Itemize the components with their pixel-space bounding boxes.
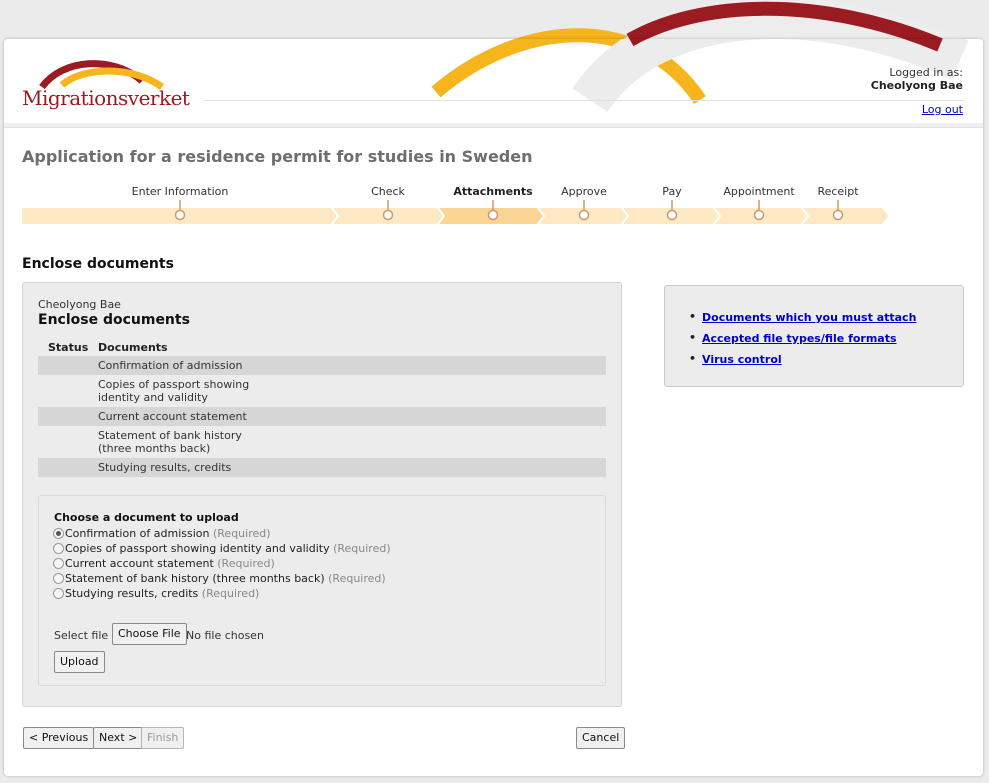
page-header: Migrationsverket Logged in as: Cheolyong… (4, 39, 983, 125)
row-status (38, 375, 98, 407)
upload-title: Choose a document to upload (54, 511, 239, 524)
radio-option-bank-history[interactable]: Statement of bank history (three months … (53, 571, 386, 586)
step-appointment: Appointment (723, 185, 795, 198)
required-note: (Required) (333, 542, 391, 555)
radio-label: Current account statement (65, 557, 214, 570)
link-virus-control[interactable]: Virus control (702, 353, 782, 366)
column-header-status: Status (48, 341, 89, 354)
list-item: Virus control (689, 352, 916, 366)
row-document-line1: Current account statement (98, 410, 247, 423)
radio-label: Copies of passport showing identity and … (65, 542, 330, 555)
required-note: (Required) (328, 572, 386, 585)
row-document: Studying results, credits (98, 458, 606, 477)
header-rule (204, 100, 964, 101)
table-row: Current account statement (38, 407, 606, 426)
row-document-line2: (three months back) (98, 442, 211, 455)
radio-label: Statement of bank history (three months … (65, 572, 325, 585)
required-note: (Required) (212, 527, 271, 540)
radio-button[interactable] (53, 543, 64, 554)
radio-button[interactable] (53, 573, 64, 584)
cancel-button[interactable]: Cancel (576, 727, 626, 749)
step-check: Check (371, 185, 405, 198)
step-pay: Pay (662, 185, 682, 198)
link-accepted-file-types[interactable]: Accepted file types/file formats (702, 332, 897, 345)
upload-button[interactable]: Upload (54, 651, 105, 673)
logged-in-label: Logged in as: (889, 66, 963, 79)
list-item: Accepted file types/file formats (689, 331, 916, 345)
previous-button[interactable]: < Previous (23, 727, 95, 749)
row-document: Statement of bank history (three months b… (98, 426, 606, 458)
step-attachments: Attachments (453, 185, 533, 198)
logout-link[interactable]: Log out (922, 103, 963, 116)
row-document: Current account statement (98, 407, 606, 426)
next-button[interactable]: Next > (93, 727, 144, 749)
documents-table: Status Documents Confirmation of admissi… (38, 338, 606, 477)
link-documents-must-attach[interactable]: Documents which you must attach (702, 311, 916, 324)
row-document-line1: Studying results, credits (98, 461, 232, 474)
section-title: Enclose documents (22, 256, 174, 272)
logo-text: Migrationsverket (22, 86, 190, 110)
progress-steps: Enter Information Check Attachments Appr… (22, 179, 892, 229)
radio-button[interactable] (53, 588, 64, 599)
radio-label: Studying results, credits (65, 587, 199, 600)
radio-button[interactable] (53, 558, 64, 569)
column-header-documents: Documents (98, 341, 168, 354)
help-links-list: Documents which you must attach Accepted… (689, 310, 916, 374)
panel-user-name: Cheolyong Bae (38, 298, 121, 311)
table-row: Studying results, credits (38, 458, 606, 477)
table-row: Copies of passport showing identity and v… (38, 375, 606, 407)
row-document-line1: Statement of bank history (98, 429, 242, 442)
row-document-line2: identity and validity (98, 391, 208, 404)
upload-box: Choose a document to upload Confirmation… (38, 495, 606, 686)
radio-option-studying-results[interactable]: Studying results, credits (Required) (53, 586, 259, 601)
page-title: Application for a residence permit for s… (22, 147, 533, 166)
enclose-documents-panel: Cheolyong Bae Enclose documents Status D… (22, 282, 622, 707)
step-enter-information: Enter Information (131, 185, 229, 198)
page-card: Migrationsverket Logged in as: Cheolyong… (4, 39, 983, 776)
table-row: Statement of bank history (three months b… (38, 426, 606, 458)
radio-button[interactable] (53, 528, 64, 539)
row-status (38, 426, 98, 458)
header-divider (4, 123, 983, 128)
row-document: Copies of passport showing identity and v… (98, 375, 606, 407)
required-note: (Required) (217, 557, 275, 570)
panel-title: Enclose documents (38, 312, 190, 328)
step-approve: Approve (561, 185, 607, 198)
help-links-panel: Documents which you must attach Accepted… (664, 285, 964, 387)
row-document: Confirmation of admission (98, 356, 606, 375)
list-item: Documents which you must attach (689, 310, 916, 324)
step-receipt: Receipt (817, 185, 859, 198)
radio-option-confirmation-of-admission[interactable]: Confirmation of admission (Required) (53, 526, 271, 541)
required-note: (Required) (201, 587, 260, 600)
row-status (38, 458, 98, 477)
choose-file-button[interactable]: Choose File (112, 623, 187, 645)
select-file-label: Select file (54, 629, 109, 642)
row-document-line1: Confirmation of admission (98, 359, 243, 372)
finish-button[interactable]: Finish (141, 727, 185, 749)
radio-label: Confirmation of admission (65, 527, 210, 540)
table-row: Confirmation of admission (38, 356, 606, 375)
no-file-chosen-text: No file chosen (186, 629, 264, 642)
radio-option-current-account-statement[interactable]: Current account statement (Required) (53, 556, 275, 571)
row-status (38, 356, 98, 375)
radio-option-passport-copies[interactable]: Copies of passport showing identity and … (53, 541, 391, 556)
row-status (38, 407, 98, 426)
row-document-line1: Copies of passport showing (98, 378, 250, 391)
logged-in-user: Cheolyong Bae (870, 79, 963, 92)
